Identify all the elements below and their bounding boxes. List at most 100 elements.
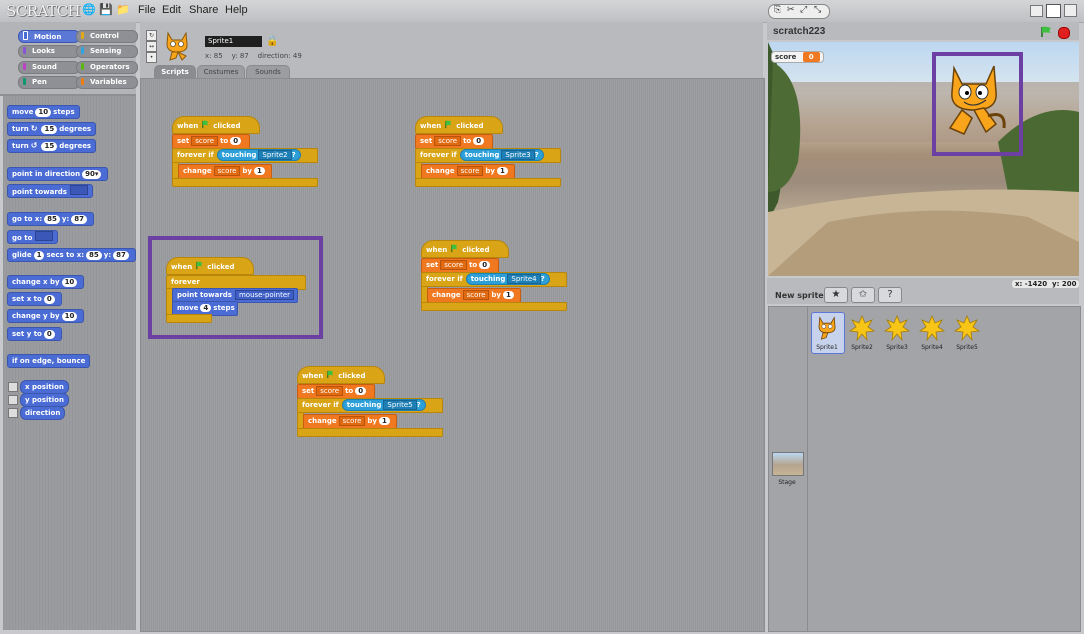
rotation-flip-icon[interactable]: ↔	[146, 41, 157, 52]
green-flag-icon	[445, 120, 452, 129]
when-flag-clicked-hat[interactable]: when clicked	[415, 116, 503, 134]
sprite-position-readout: x: 85 y: 87 direction: 49	[205, 52, 302, 60]
when-flag-clicked-hat[interactable]: when clicked	[421, 240, 509, 258]
mouse-coordinates: x: -1420 y: 200	[1012, 280, 1080, 288]
palette-goto-block[interactable]: go to	[7, 230, 59, 244]
sprite2-thumbnail-icon[interactable]	[849, 314, 875, 342]
shrink-icon[interactable]: ⤡	[814, 5, 821, 15]
change-score-block[interactable]: change score by 1	[427, 288, 521, 303]
cat-sprite[interactable]	[940, 62, 1010, 142]
palette-point-direction-block[interactable]: point in direction 90▾	[7, 167, 109, 181]
small-stage-icon[interactable]	[1030, 5, 1043, 17]
set-score-block[interactable]: set score to 0	[297, 384, 375, 399]
delete-icon[interactable]: ✂	[787, 5, 795, 15]
category-sensing[interactable]: Sensing	[76, 45, 138, 58]
change-score-block[interactable]: change score by 1	[178, 164, 272, 179]
green-flag-icon	[327, 370, 334, 379]
palette-direction-reporter[interactable]: direction	[20, 406, 66, 420]
palette-x-position-reporter[interactable]: x position	[20, 380, 69, 394]
y-position-checkbox[interactable]	[8, 395, 18, 405]
palette-set-x-block[interactable]: set x to 0	[7, 292, 62, 306]
sprite4-label: Sprite4	[921, 344, 943, 351]
globe-icon[interactable]: 🌐	[82, 4, 96, 16]
stop-sign-icon[interactable]	[1058, 27, 1070, 39]
palette-bounce-block[interactable]: if on edge, bounce	[7, 354, 91, 368]
tab-costumes[interactable]: Costumes	[197, 65, 245, 78]
palette-glide-block[interactable]: glide 1 secs to x: 85 y: 87	[7, 248, 136, 262]
green-flag-icon	[196, 261, 203, 270]
palette-goto-xy-block[interactable]: go to x: 85 y: 87	[7, 212, 95, 226]
green-flag-icon	[202, 120, 209, 129]
normal-stage-icon[interactable]	[1046, 4, 1061, 18]
when-flag-clicked-hat[interactable]: when clicked	[166, 257, 254, 275]
when-flag-clicked-hat[interactable]: when clicked	[297, 366, 385, 384]
project-title: scratch223	[773, 26, 826, 37]
sprite1-thumbnail-icon[interactable]	[815, 314, 839, 342]
forever-if-block[interactable]: forever if touching Sprite3?	[415, 148, 561, 163]
sprite-name-field[interactable]: Sprite1	[205, 36, 262, 47]
menu-share[interactable]: Share	[189, 4, 218, 16]
sprite5-label: Sprite5	[956, 344, 978, 351]
set-score-block[interactable]: set score to 0	[421, 258, 499, 273]
category-looks[interactable]: Looks	[18, 45, 80, 58]
palette-turn-ccw-block[interactable]: turn ↺ 15 degrees	[7, 139, 97, 153]
sprite3-thumbnail-icon[interactable]	[884, 314, 910, 342]
when-flag-clicked-hat[interactable]: when clicked	[172, 116, 260, 134]
tab-scripts[interactable]: Scripts	[154, 65, 196, 78]
category-control[interactable]: Control	[76, 30, 138, 43]
sprite3-label: Sprite3	[886, 344, 908, 351]
rotation-full-icon[interactable]: ↻	[146, 30, 157, 41]
sprite4-thumbnail-icon[interactable]	[919, 314, 945, 342]
choose-sprite-file-button[interactable]: ✩	[851, 287, 875, 303]
stage-backdrop	[768, 42, 1079, 276]
palette-set-y-block[interactable]: set y to 0	[7, 327, 62, 341]
menu-file[interactable]: File	[138, 4, 156, 16]
stage-canvas[interactable]: score 0	[768, 42, 1079, 276]
rotation-none-icon[interactable]: •	[146, 52, 157, 63]
save-icon[interactable]: 💾	[99, 4, 113, 16]
grow-icon[interactable]: ⤢	[800, 5, 807, 15]
change-score-block[interactable]: change score by 1	[421, 164, 515, 179]
share-icon[interactable]: 📁	[116, 4, 130, 16]
palette-change-x-block[interactable]: change x by 10	[7, 275, 85, 289]
sprite5-thumbnail-icon[interactable]	[954, 314, 980, 342]
palette-turn-cw-block[interactable]: turn ↻ 15 degrees	[7, 122, 97, 136]
new-sprite-label: New sprite:	[775, 291, 827, 300]
tab-sounds[interactable]: Sounds	[246, 65, 290, 78]
category-motion[interactable]: Motion	[18, 30, 80, 43]
folder-star-icon: ✩	[858, 289, 868, 300]
duplicate-icon[interactable]: ⎘	[774, 5, 781, 15]
forever-if-block[interactable]: forever if touching Sprite4?	[421, 272, 567, 287]
tool-buttons: ⎘ ✂ ⤢ ⤡	[768, 4, 830, 19]
menu-edit[interactable]: Edit	[162, 4, 181, 16]
direction-checkbox[interactable]	[8, 408, 18, 418]
category-operators[interactable]: Operators	[76, 61, 138, 74]
lock-icon[interactable]: 🔒	[266, 36, 278, 47]
paint-new-sprite-button[interactable]: ★	[824, 287, 848, 303]
stage-thumbnail[interactable]	[772, 452, 804, 476]
palette-move-block[interactable]: move 10 steps	[7, 105, 80, 119]
paint-star-icon: ★	[831, 289, 841, 300]
category-variables[interactable]: Variables	[76, 76, 138, 89]
category-sound[interactable]: Sound	[18, 61, 80, 74]
palette-change-y-block[interactable]: change y by 10	[7, 309, 85, 323]
random-sprite-button[interactable]: ?	[878, 287, 902, 303]
forever-if-block[interactable]: forever if touching Sprite2?	[172, 148, 318, 163]
x-position-checkbox[interactable]	[8, 382, 18, 392]
green-flag-icon[interactable]	[1040, 26, 1053, 38]
set-score-block[interactable]: set score to 0	[415, 134, 493, 149]
green-flag-icon	[451, 244, 458, 253]
palette-point-towards-block[interactable]: point towards	[7, 184, 93, 198]
presentation-mode-icon[interactable]	[1064, 4, 1077, 17]
category-pen[interactable]: Pen	[18, 76, 80, 89]
set-score-block[interactable]: set score to 0	[172, 134, 250, 149]
block-palette: move 10 steps turn ↻ 15 degrees turn ↺ 15 degree…	[3, 96, 136, 630]
rotate-ccw-icon: ↺	[30, 141, 38, 150]
sprite-thumbnail-cat-icon	[166, 31, 188, 61]
forever-if-block[interactable]: forever if touching Sprite5?	[297, 398, 443, 413]
change-score-block[interactable]: change score by 1	[303, 414, 397, 429]
sprite2-label: Sprite2	[851, 344, 873, 351]
menu-help[interactable]: Help	[225, 4, 248, 16]
palette-y-position-reporter[interactable]: y position	[20, 393, 69, 407]
score-monitor[interactable]: score 0	[771, 51, 824, 63]
